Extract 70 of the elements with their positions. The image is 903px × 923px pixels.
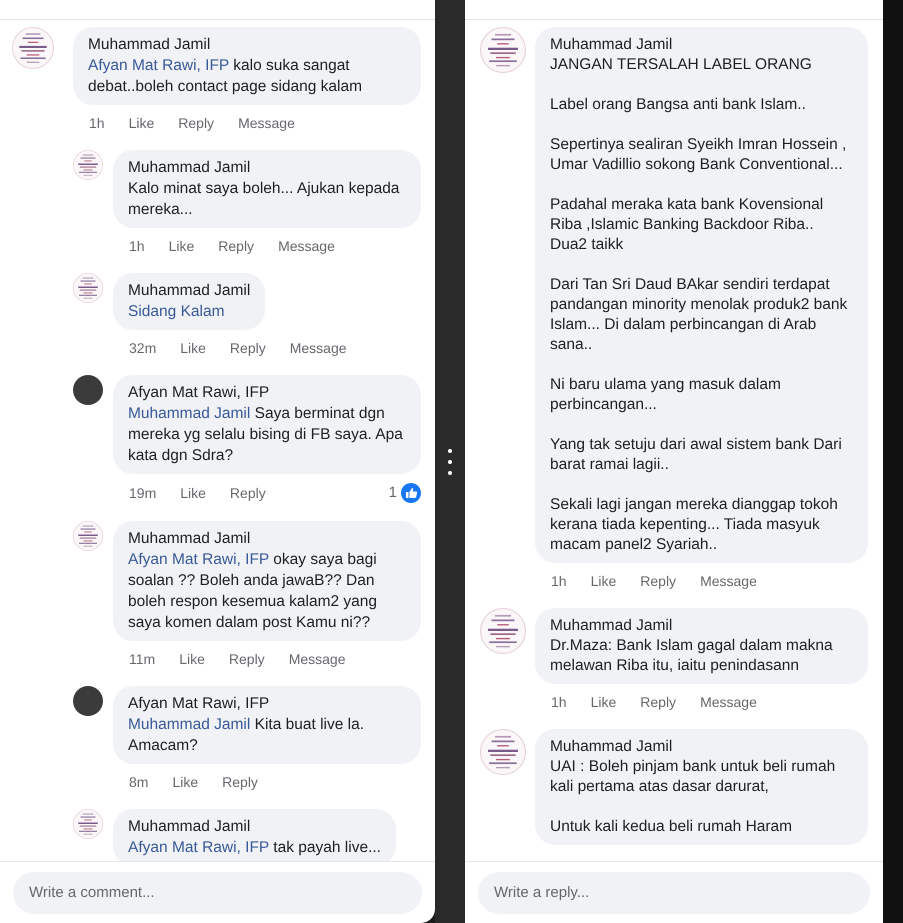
timestamp: 1h [551,693,567,712]
profile-photo-placeholder[interactable] [73,375,103,405]
profile-photo-placeholder[interactable] [73,686,103,716]
action-link[interactable]: Reply [228,648,265,670]
page-logo-avatar[interactable] [12,27,54,69]
timestamp: 11m [129,650,156,668]
timestamp: 1h [89,114,105,133]
page-logo-avatar[interactable] [480,27,526,73]
comment-text: Muhammad Jamil Kita buat live la. Amacam? [128,714,366,756]
mention-link[interactable]: Muhammad Jamil [128,405,250,422]
comment-text: Afyan Mat Rawi, IFP kalo suka sangat debat..boleh contact page sidang kalam [88,56,364,97]
comment-text: Afyan Mat Rawi, IFP okay saya bagi soalan ?? Boleh anda jawaB?? Dan boleh respon kesemua kalam2 yang saya komen dalam post Kamu ni?? [128,550,378,632]
author-name[interactable]: Afyan Mat Rawi, IFP [128,692,406,714]
page-logo-avatar[interactable] [73,273,103,303]
comment-text: JANGAN TERSALAH LABEL ORANG Label orang Bangsa anti bank Islam.. Sepertinya sealiran Syeikh Imran Hossein , Umar Vadillio sokong Bank Conventional... Padahal meraka kata bank Kovensional Riba ,Islamic Banking Backdoor Riba.. Dua2 taikk Dari Tan Sri Daud BAkar sendiri terdapat pandangan minority menolak produk2 bank Islam... Di dalam perbincangan di Arab sana.. Ni baru ulama yang masuk dalam perbincangan... Yang tak setuju dari awal sistem bank Dari barat ramai lagii.. Sekali lagi jangan mereka dianggap tokoh kerana tiada kepenting... Tiada masyuk macam panel2 Syariah.. [550,55,848,555]
timestamp: 1h [129,237,145,256]
action-link[interactable]: Reply [178,113,214,134]
author-name[interactable]: Afyan Mat Rawi, IFP [128,382,406,403]
mention-link[interactable]: Afyan Mat Rawi, IFP [128,838,269,856]
comment-input-field[interactable]: Write a comment... [13,872,422,914]
comment-text: Muhammad Jamil Saya berminat dgn mereka yg selalu bising di FB saya. Apa kata dgn Sdra? [128,404,404,466]
action-link[interactable]: Like [180,482,206,504]
page-logo-avatar[interactable] [73,808,103,838]
action-link[interactable]: Message [238,113,295,134]
thumbs-up-icon[interactable] [401,483,421,504]
timestamp: 1h [551,572,567,591]
drag-handle-icon[interactable] [448,448,452,476]
page-logo-avatar[interactable] [480,729,526,775]
action-link[interactable]: Message [288,648,346,670]
action-link[interactable]: Message [700,571,757,592]
author-name[interactable]: Muhammad Jamil [550,615,853,636]
action-link[interactable]: Like [128,113,154,134]
action-link[interactable]: Message [700,692,757,713]
mention-link[interactable]: Afyan Mat Rawi, IFP [88,57,229,74]
reaction-count: 1 [388,483,397,503]
action-link[interactable]: Message [278,236,335,257]
page-logo-avatar[interactable] [480,608,526,654]
comment-text: Kalo minat saya boleh... Ajukan kepada mereka... [128,179,400,220]
comment-text: UAI : Boleh pinjam bank untuk beli rumah kali pertama atas dasar darurat, Untuk kali kedua beli rumah Haram [550,757,836,837]
comment-input-field[interactable]: Write a reply... [478,872,870,914]
author-name[interactable]: Muhammad Jamil [128,528,406,548]
mention-link[interactable]: Afyan Mat Rawi, IFP [128,550,269,568]
action-link[interactable]: Reply [640,571,676,592]
page-logo-avatar[interactable] [73,520,103,550]
action-link[interactable]: Reply [230,338,266,359]
author-name[interactable]: Muhammad Jamil [88,34,406,55]
action-link[interactable]: Like [172,772,198,792]
action-link[interactable]: Like [179,648,205,670]
author-name[interactable]: Muhammad Jamil [550,736,853,757]
action-link[interactable]: Like [590,692,616,713]
author-name[interactable]: Muhammad Jamil [128,816,381,836]
comment-text: Afyan Mat Rawi, IFP tak payah live... [128,838,381,858]
action-link[interactable]: Like [180,338,206,359]
author-name[interactable]: Muhammad Jamil [128,280,250,301]
action-link[interactable]: Reply [218,236,254,257]
action-link[interactable]: Message [290,338,347,359]
action-link[interactable]: Reply [222,772,258,792]
action-link[interactable]: Reply [640,692,676,713]
comment-text: Dr.Maza: Bank Islam gagal dalam makna melawan Riba itu, iaitu penindasann [550,636,834,676]
author-name[interactable]: Muhammad Jamil [128,157,406,178]
timestamp: 8m [129,772,148,792]
author-name[interactable]: Muhammad Jamil [550,34,853,55]
action-link[interactable]: Reply [230,482,266,504]
timestamp: 19m [129,484,156,503]
timestamp: 32m [129,339,156,358]
mention-link[interactable]: Muhammad Jamil [128,716,250,732]
page-logo-avatar[interactable] [73,150,103,180]
mention-link[interactable]: Sidang Kalam [128,301,250,322]
action-link[interactable]: Like [590,571,616,592]
action-link[interactable]: Like [168,236,194,257]
